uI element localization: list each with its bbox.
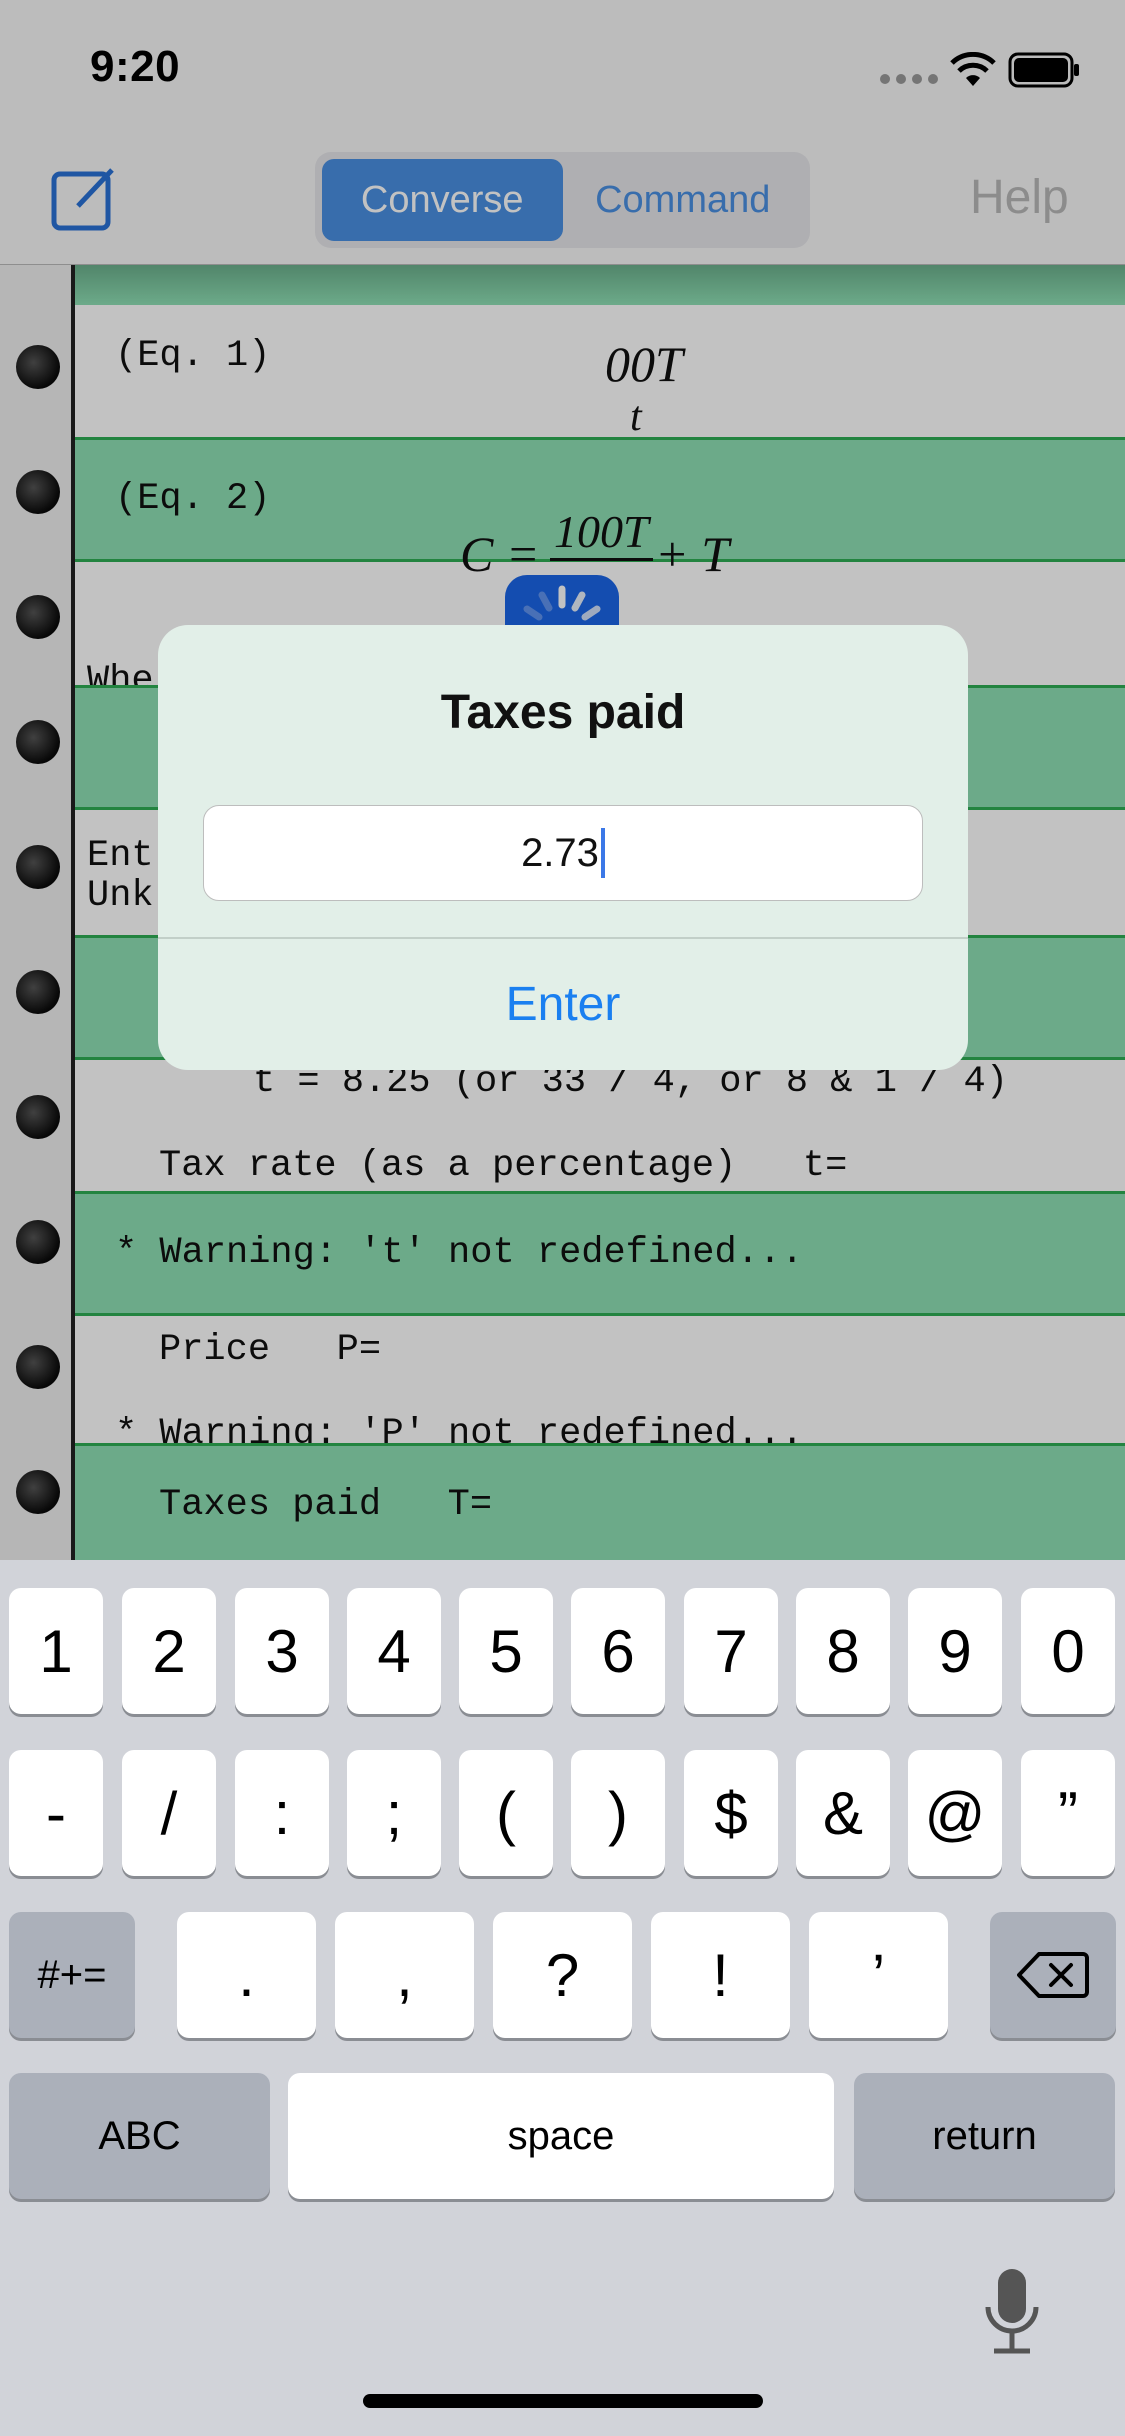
key-9[interactable]: 9	[908, 1588, 1002, 1714]
enter-button[interactable]: Enter	[158, 939, 968, 1070]
key-open-paren[interactable]: (	[459, 1750, 553, 1876]
key-4[interactable]: 4	[347, 1588, 441, 1714]
key-colon[interactable]: :	[235, 1750, 329, 1876]
key-question[interactable]: ?	[493, 1912, 632, 2038]
key-quote[interactable]: ”	[1021, 1750, 1115, 1876]
key-apostrophe[interactable]: ’	[809, 1912, 948, 2038]
microphone-icon[interactable]	[980, 2265, 1044, 2361]
key-period[interactable]: .	[177, 1912, 316, 2038]
key-abc[interactable]: ABC	[9, 2073, 270, 2199]
key-7[interactable]: 7	[684, 1588, 778, 1714]
key-dollar[interactable]: $	[684, 1750, 778, 1876]
alert-text-field[interactable]: 2.73	[203, 805, 923, 901]
key-ampersand[interactable]: &	[796, 1750, 890, 1876]
key-space[interactable]: space	[288, 2073, 834, 2199]
key-5[interactable]: 5	[459, 1588, 553, 1714]
keyboard: 1 2 3 4 5 6 7 8 9 0 - / : ; ( ) $ & @ ” …	[0, 1560, 1125, 2436]
text-caret	[600, 828, 605, 878]
alert-text-value: 2.73	[521, 830, 599, 875]
key-1[interactable]: 1	[9, 1588, 103, 1714]
home-indicator[interactable]	[363, 2394, 763, 2408]
key-hyphen[interactable]: -	[9, 1750, 103, 1876]
key-close-paren[interactable]: )	[571, 1750, 665, 1876]
input-alert-dialog: Taxes paid 2.73 Enter	[158, 625, 968, 1070]
key-0[interactable]: 0	[1021, 1588, 1115, 1714]
key-symbols[interactable]: #+=	[9, 1912, 135, 2038]
key-exclamation[interactable]: !	[651, 1912, 790, 2038]
key-2[interactable]: 2	[122, 1588, 216, 1714]
key-return[interactable]: return	[854, 2073, 1115, 2199]
key-slash[interactable]: /	[122, 1750, 216, 1876]
key-8[interactable]: 8	[796, 1588, 890, 1714]
alert-title: Taxes paid	[440, 686, 686, 739]
key-at[interactable]: @	[908, 1750, 1002, 1876]
key-3[interactable]: 3	[235, 1588, 329, 1714]
key-semicolon[interactable]: ;	[347, 1750, 441, 1876]
key-6[interactable]: 6	[571, 1588, 665, 1714]
key-comma[interactable]: ,	[335, 1912, 474, 2038]
backspace-icon	[1017, 1952, 1089, 1998]
key-backspace[interactable]	[990, 1912, 1116, 2038]
